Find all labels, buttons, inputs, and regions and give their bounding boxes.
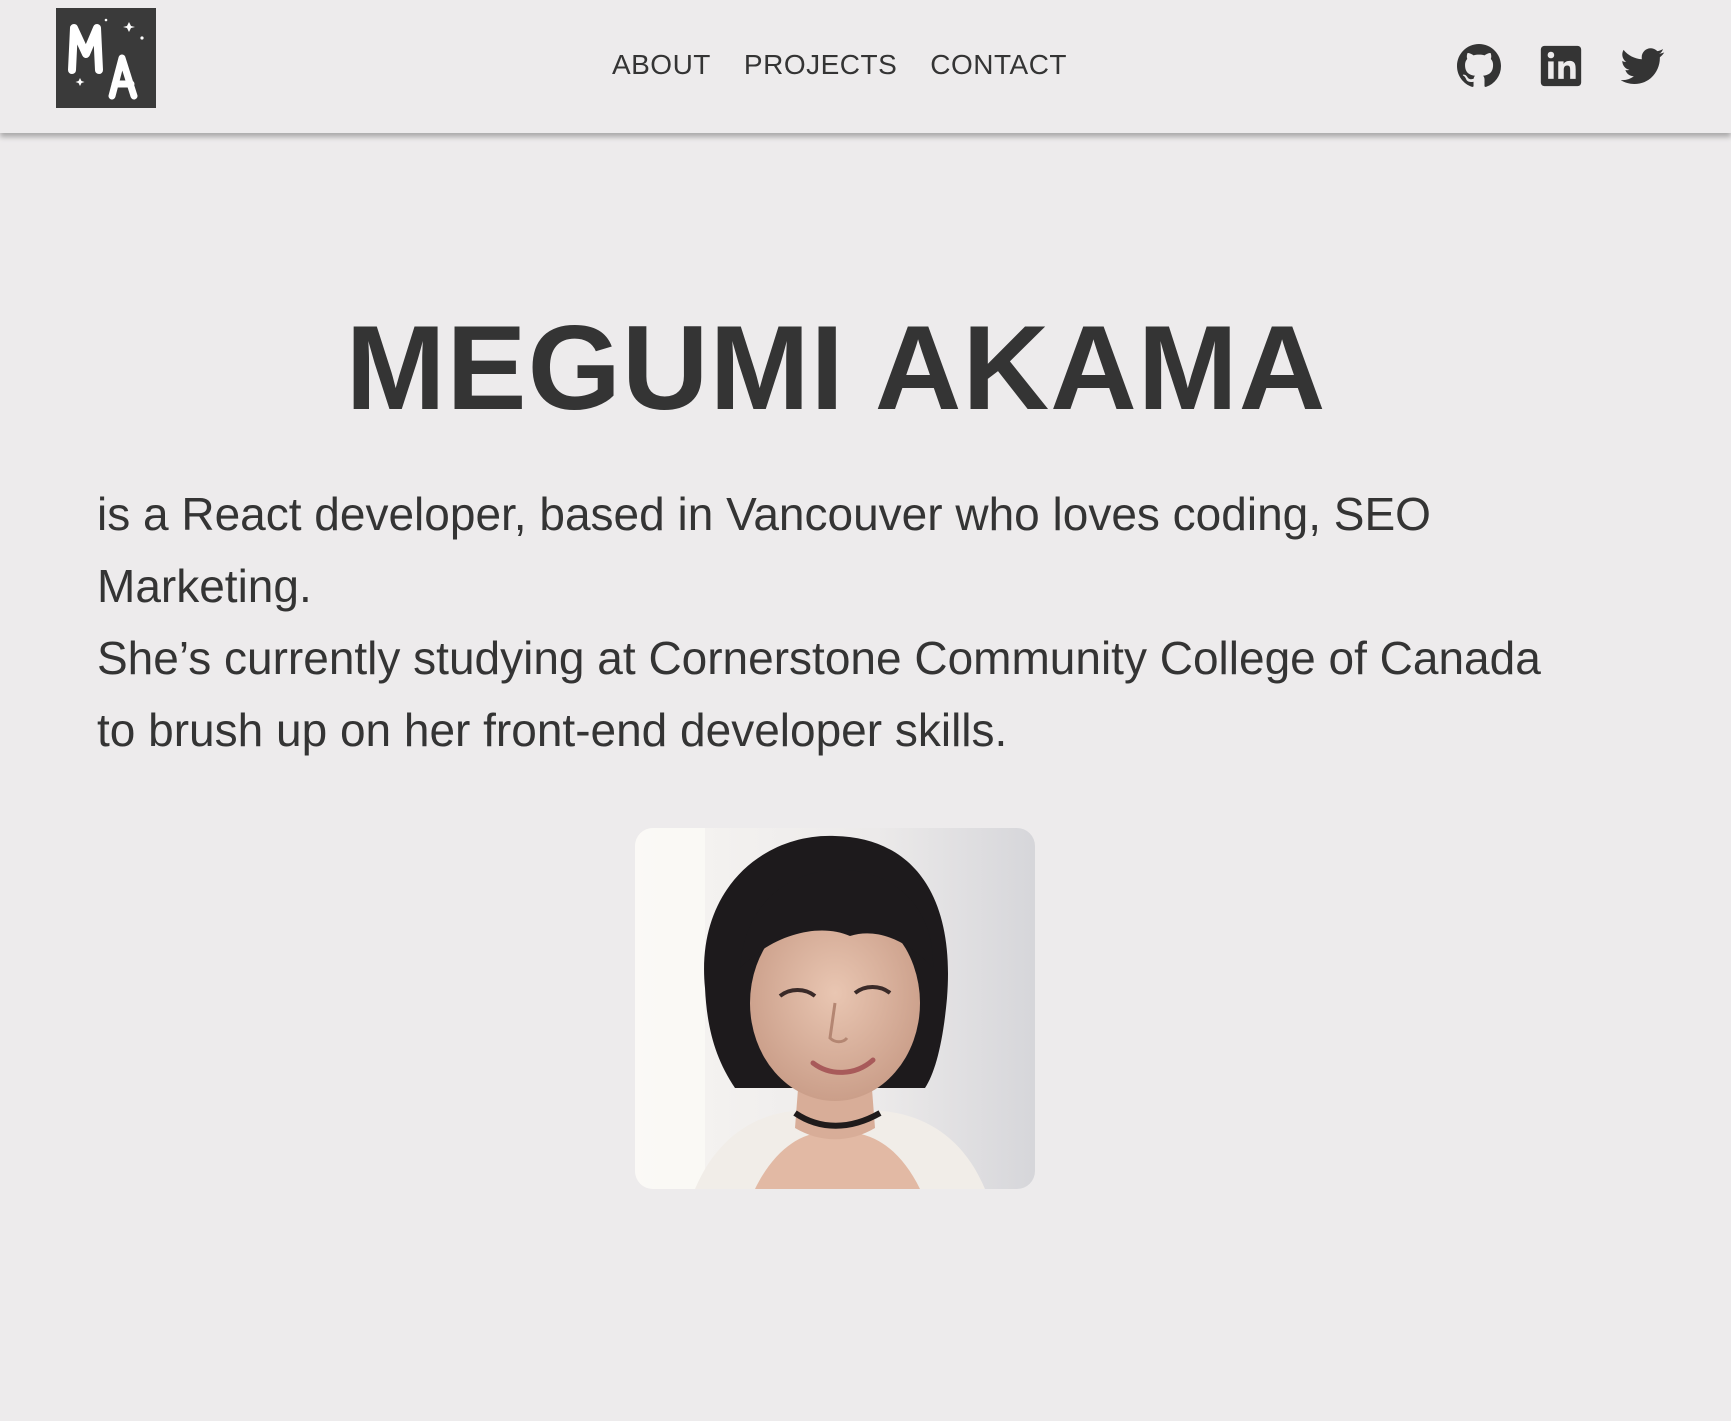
social-links [1457, 44, 1665, 88]
bio-text: is a React developer, based in Vancouver… [97, 478, 1577, 766]
nav-contact-link[interactable]: CONTACT [930, 45, 1067, 85]
twitter-icon [1621, 48, 1665, 84]
bio-line-1: is a React developer, based in Vancouver… [97, 488, 1431, 612]
profile-photo [635, 828, 1035, 1189]
linkedin-icon [1540, 45, 1582, 87]
profile-photo-image [635, 828, 1035, 1189]
github-link[interactable] [1457, 44, 1501, 88]
github-icon [1457, 44, 1501, 87]
hero-name-heading: MEGUMI AKAMA [345, 301, 1327, 435]
linkedin-link[interactable] [1539, 44, 1583, 88]
nav-projects-link[interactable]: PROJECTS [744, 45, 897, 85]
twitter-link[interactable] [1621, 44, 1665, 88]
nav-about-link[interactable]: ABOUT [612, 45, 711, 85]
bio-line-2: She’s currently studying at Cornerstone … [97, 632, 1541, 756]
site-header: ABOUT PROJECTS CONTACT [0, 0, 1731, 133]
